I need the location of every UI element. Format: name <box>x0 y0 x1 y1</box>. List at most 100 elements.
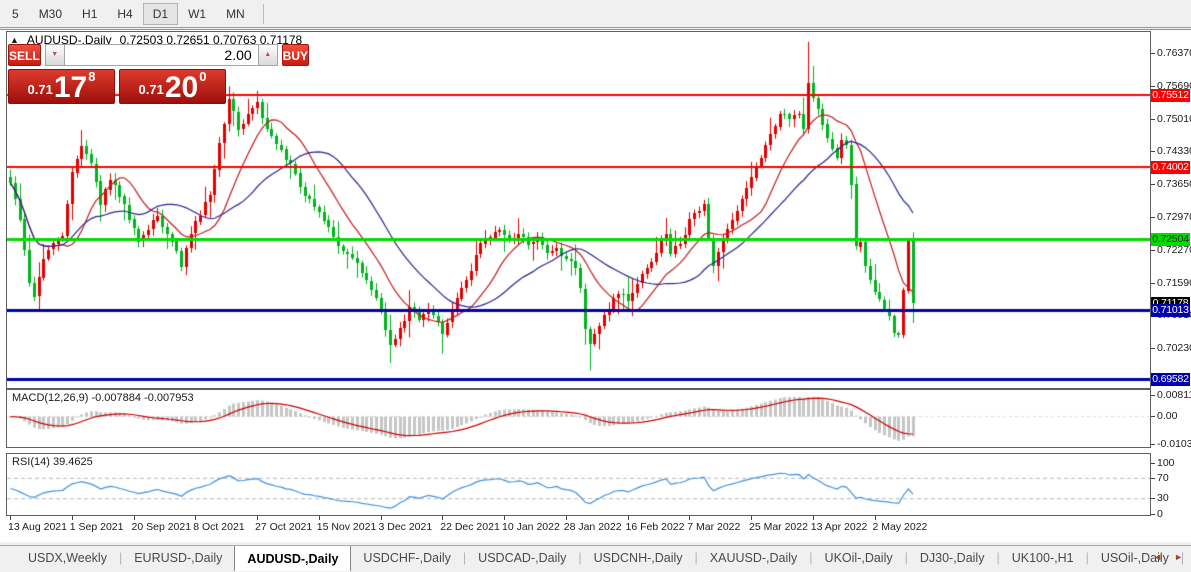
macd-indicator-label: MACD(12,26,9) -0.007884 -0.007953 <box>12 392 194 404</box>
date-axis-tick <box>812 516 814 520</box>
rsi-panel[interactable] <box>6 453 1151 516</box>
timeframe-button-w1[interactable]: W1 <box>178 3 216 25</box>
buy-price-sup: 0 <box>199 69 207 84</box>
price-axis-tick <box>1151 216 1155 218</box>
toolbar-separator <box>262 3 264 24</box>
date-axis-label: 22 Dec 2021 <box>440 521 500 533</box>
price-axis-tick <box>1151 151 1155 153</box>
volume-input[interactable] <box>64 44 258 66</box>
timeframe-button-5[interactable]: 5 <box>2 3 29 25</box>
timeframe-button-h1[interactable]: H1 <box>72 3 107 25</box>
price-level-tag: 0.72504 <box>1151 232 1190 246</box>
volume-spinner: ▼ ▲ <box>44 44 278 66</box>
rsi-axis-tick <box>1151 462 1155 464</box>
date-axis-tick <box>195 516 197 520</box>
price-axis-label: 0.72970 <box>1157 210 1191 223</box>
date-axis-tick <box>627 516 629 520</box>
date-axis-tick <box>71 516 73 520</box>
symbol-tab-dj30-daily[interactable]: DJ30-,Daily <box>908 546 997 572</box>
rsi-axis-tick <box>1151 513 1155 515</box>
macd-axis-label: 0.00811 <box>1157 388 1191 401</box>
rsi-axis-label: 100 <box>1157 456 1175 469</box>
rsi-indicator-label: RSI(14) 39.4625 <box>12 456 93 468</box>
trade-panel-top-row: SELL ▼ ▲ BUY <box>8 44 310 66</box>
rsi-axis-tick <box>1151 477 1155 479</box>
date-axis-label: 10 Jan 2022 <box>502 521 560 533</box>
symbol-tab-eurusd-daily[interactable]: EURUSD-,Daily <box>122 546 234 572</box>
date-axis-label: 27 Oct 2021 <box>255 521 313 533</box>
date-axis-label: 2 May 2022 <box>872 521 928 533</box>
sell-price-big: 17 <box>53 71 88 104</box>
volume-decrease-button[interactable]: ▼ <box>44 44 65 66</box>
tab-scroll-controls: ◄ ► <box>1153 552 1183 562</box>
buy-price-prefix: 0.71 <box>138 82 164 97</box>
price-axis-label: 0.70230 <box>1157 342 1191 355</box>
spinner-down-icon: ▼ <box>51 51 59 58</box>
trade-panel-prices: 0.71 17 8 0.71 20 0 <box>8 69 226 104</box>
date-axis-label: 1 Sep 2021 <box>69 521 124 533</box>
date-axis-tick <box>318 516 320 520</box>
date-axis-label: 3 Dec 2021 <box>378 521 433 533</box>
timeframe-button-mn[interactable]: MN <box>216 3 255 25</box>
tab-scroll-left-icon[interactable]: ◄ <box>1153 552 1162 562</box>
tab-scroll-right-icon[interactable]: ► <box>1174 552 1183 562</box>
date-axis-label: 8 Oct 2021 <box>193 521 245 533</box>
symbol-tab-audusd-daily[interactable]: AUDUSD-,Daily <box>234 546 352 571</box>
rsi-axis-label: 70 <box>1157 471 1169 484</box>
macd-axis-label: -0.010315 <box>1157 437 1191 450</box>
timeframe-button-m30[interactable]: M30 <box>29 3 72 25</box>
date-axis-label: 15 Nov 2021 <box>316 521 377 533</box>
date-axis-tick <box>565 516 567 520</box>
buy-price-big: 20 <box>164 71 199 104</box>
price-axis-tick <box>1151 85 1155 87</box>
date-axis-tick <box>380 516 382 520</box>
price-axis-label: 0.76370 <box>1157 47 1191 60</box>
symbol-tab-usdcnh-daily[interactable]: USDCNH-,Daily <box>582 546 695 572</box>
price-level-tag: 0.74002 <box>1151 160 1190 174</box>
date-axis-tick <box>689 516 691 520</box>
symbol-tab-hk50[interactable]: HK50- <box>1184 546 1191 572</box>
date-axis-tick <box>442 516 444 520</box>
date-axis-tick <box>751 516 752 520</box>
trading-terminal: { "toolbar": { "items": ["5", "M30", "H1… <box>0 0 1191 572</box>
price-level-tag: 0.71013 <box>1151 304 1190 318</box>
rsi-chart-canvas[interactable] <box>7 454 1150 515</box>
date-axis-label: 13 Aug 2021 <box>8 521 67 533</box>
date-axis-tick <box>10 516 11 520</box>
date-axis-tick <box>874 516 876 520</box>
buy-price-box[interactable]: 0.71 20 0 <box>119 69 226 104</box>
price-axis-label: 0.74330 <box>1157 145 1191 158</box>
price-level-tag: 0.69582 <box>1151 373 1190 387</box>
timeframe-button-d1[interactable]: D1 <box>142 2 179 25</box>
date-axis-tick <box>257 516 258 520</box>
sell-price-prefix: 0.71 <box>27 82 53 97</box>
date-axis-tick <box>133 516 135 520</box>
sell-price-sup: 8 <box>88 69 96 84</box>
one-click-trading-panel: SELL ▼ ▲ BUY 0.71 17 8 0.71 20 0 <box>8 44 310 104</box>
spinner-up-icon: ▲ <box>264 51 272 58</box>
date-axis-label: 16 Feb 2022 <box>625 521 685 533</box>
symbol-tab-usdx-weekly[interactable]: USDX,Weekly <box>16 546 119 572</box>
date-axis-label: 25 Mar 2022 <box>749 521 808 533</box>
price-axis-tick <box>1151 348 1155 350</box>
symbol-tab-bar: USDX,Weekly | EURUSD-,Daily AUDUSD-,Daily US… <box>0 545 1191 572</box>
symbol-tab-usdcad-daily[interactable]: USDCAD-,Daily <box>466 546 578 572</box>
buy-button[interactable]: BUY <box>281 44 310 66</box>
macd-axis-label: 0.00 <box>1157 410 1178 423</box>
sell-price-box[interactable]: 0.71 17 8 <box>8 69 115 104</box>
timeframe-button-h4[interactable]: H4 <box>107 3 142 25</box>
sell-button[interactable]: SELL <box>8 44 41 66</box>
price-level-tag: 0.75512 <box>1151 88 1190 102</box>
price-axis-tick <box>1151 250 1155 252</box>
symbol-tab-usdchf-daily[interactable]: USDCHF-,Daily <box>351 546 463 572</box>
date-axis-label: 13 Apr 2022 <box>810 521 868 533</box>
volume-increase-button[interactable]: ▲ <box>257 44 278 66</box>
price-axis-label: 0.75010 <box>1157 112 1191 125</box>
rsi-axis-tick <box>1151 498 1155 500</box>
symbol-tab-xauusd-daily[interactable]: XAUUSD-,Daily <box>698 546 810 572</box>
timeframe-toolbar: 5 M30 H1 H4 D1 W1 MN <box>0 0 1191 28</box>
symbol-tab-ukoil-daily[interactable]: UKOil-,Daily <box>813 546 905 572</box>
date-axis-tick <box>504 516 505 520</box>
price-axis-label: 0.72270 <box>1157 244 1191 257</box>
symbol-tab-uk100-h1[interactable]: UK100-,H1 <box>1000 546 1086 572</box>
